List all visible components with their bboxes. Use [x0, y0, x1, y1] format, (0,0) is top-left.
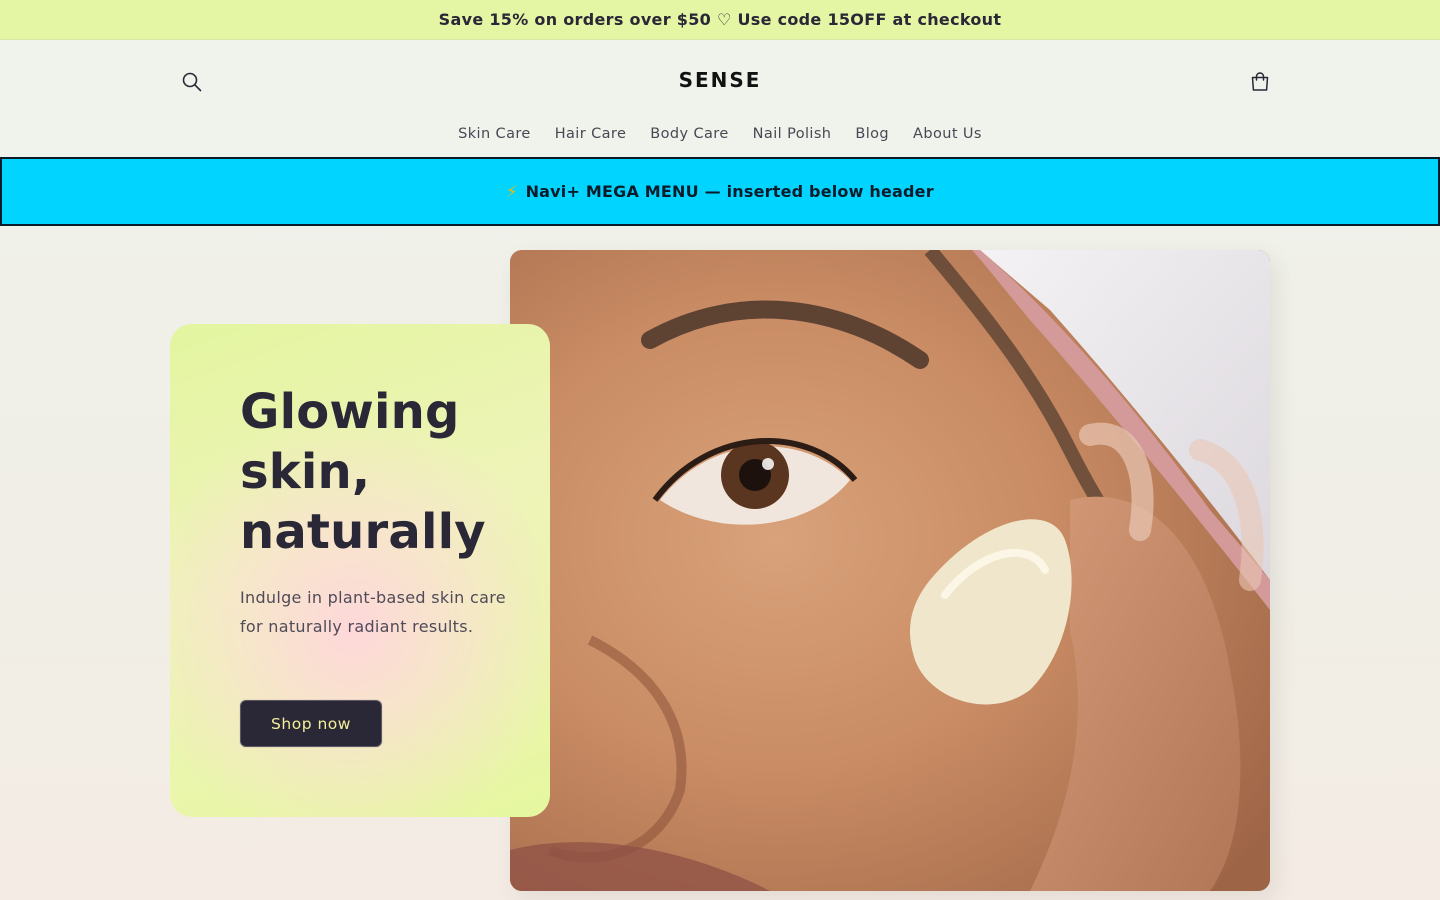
lightning-icon: ⚡	[506, 182, 518, 201]
cart-icon	[1251, 72, 1269, 91]
mega-menu-text: Navi+ MEGA MENU — inserted below header	[525, 182, 934, 201]
hero-card: Glowing skin, naturally Indulge in plant…	[170, 324, 550, 817]
shop-now-button[interactable]: Shop now	[240, 700, 382, 747]
hero-title-line: naturally	[240, 504, 486, 560]
hero-image	[510, 250, 1270, 891]
woman-applying-cream-image	[510, 250, 1270, 891]
hero-title-line: Glowing	[240, 384, 460, 440]
hero-title-line: skin,	[240, 444, 371, 500]
site-header: SENSE Skin Care Hair Care Body Care Nail…	[0, 40, 1440, 157]
site-logo[interactable]: SENSE	[620, 68, 820, 92]
nav-item-nail-polish[interactable]: Nail Polish	[741, 126, 844, 142]
nav-item-blog[interactable]: Blog	[843, 126, 901, 142]
nav-item-skin-care[interactable]: Skin Care	[446, 126, 543, 142]
nav-item-hair-care[interactable]: Hair Care	[543, 126, 639, 142]
nav-item-about-us[interactable]: About Us	[901, 126, 994, 142]
main-nav: Skin Care Hair Care Body Care Nail Polis…	[0, 126, 1440, 142]
announcement-text: Save 15% on orders over $50 ♡ Use code 1…	[438, 10, 1002, 29]
hero-subtitle: Indulge in plant-based skin care for nat…	[240, 588, 506, 636]
announcement-bar: Save 15% on orders over $50 ♡ Use code 1…	[0, 0, 1440, 40]
search-button[interactable]	[176, 66, 208, 98]
hero-title: Glowing skin, naturally	[240, 382, 540, 562]
search-icon	[182, 72, 202, 92]
cart-button[interactable]	[1244, 66, 1276, 98]
mega-menu-banner[interactable]: ⚡ Navi+ MEGA MENU — inserted below heade…	[0, 157, 1440, 226]
nav-item-body-care[interactable]: Body Care	[638, 126, 740, 142]
